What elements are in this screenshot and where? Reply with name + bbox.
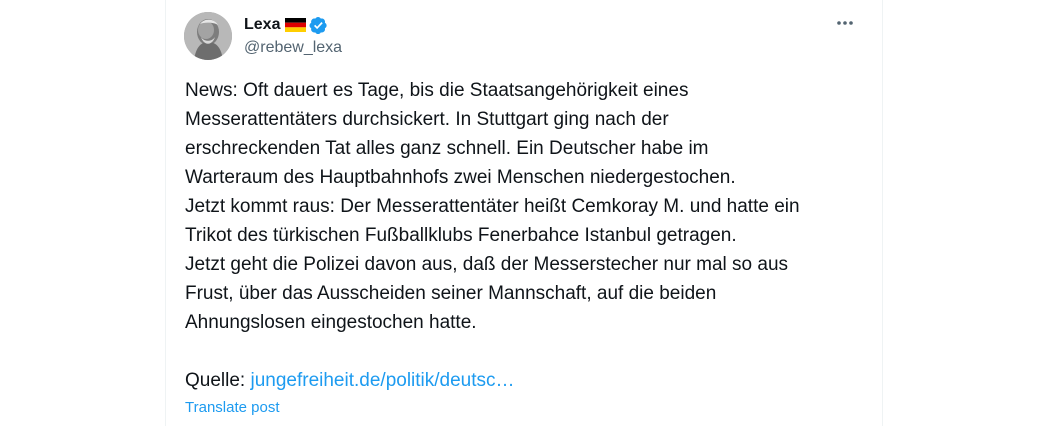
source-link[interactable]: jungefreiheit.de/politik/deutsc… <box>250 370 514 391</box>
post-text: News: Oft dauert es Tage, bis die Staats… <box>185 80 800 333</box>
display-name[interactable]: Lexa <box>244 16 280 34</box>
tweet-card[interactable]: Lexa @rebew_lexa News: Oft dauert es Tag… <box>165 0 883 426</box>
author-handle[interactable]: @rebew_lexa <box>244 39 342 57</box>
tweet-header: Lexa @rebew_lexa <box>184 12 866 62</box>
more-options-button[interactable] <box>828 12 862 34</box>
germany-flag-icon <box>285 18 307 32</box>
more-options-icon <box>837 21 853 25</box>
avatar[interactable] <box>184 12 232 60</box>
verified-badge-icon[interactable] <box>309 16 328 35</box>
source-label: Quelle: <box>185 370 246 391</box>
translate-post-link[interactable]: Translate post <box>185 398 280 418</box>
name-row: Lexa <box>244 14 342 36</box>
post-source: Quelle: jungefreiheit.de/politik/deutsc… <box>185 366 515 395</box>
avatar-image <box>184 12 232 60</box>
author-names: Lexa @rebew_lexa <box>244 14 342 57</box>
